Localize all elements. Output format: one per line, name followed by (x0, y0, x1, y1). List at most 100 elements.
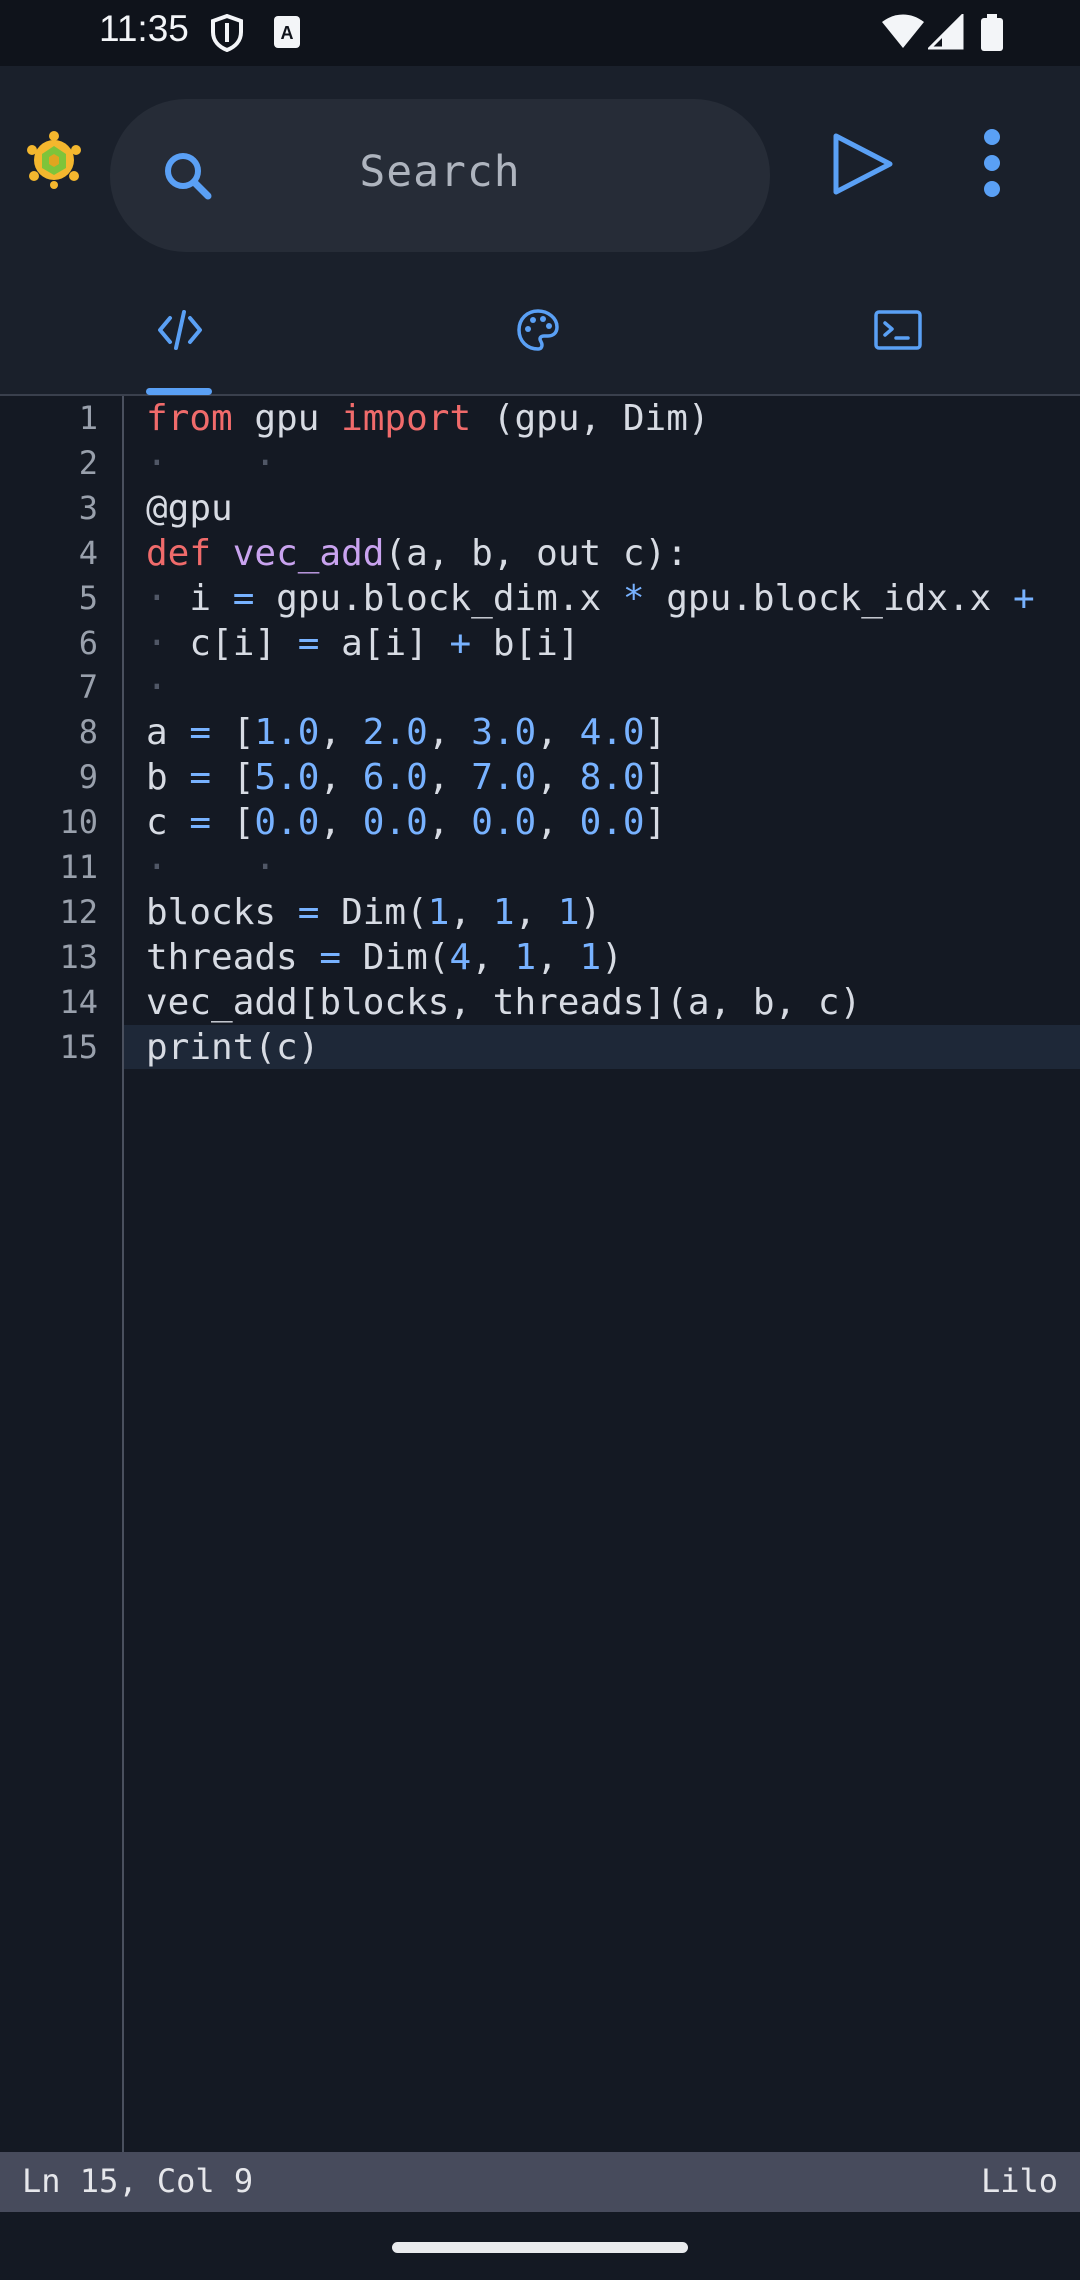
code-editor[interactable]: 1 2 3 4 5 6 7 8 9 10 11 12 13 14 15 from gpu import (g… (0, 396, 1080, 2152)
code-token: , (449, 891, 493, 933)
system-status-bar: 11:35 A (0, 0, 1080, 66)
line-number: 1 (78, 399, 98, 437)
code-token: @gpu (146, 487, 233, 529)
shield-icon (211, 14, 243, 52)
svg-text:A: A (281, 23, 294, 43)
code-token: , (319, 802, 363, 844)
line-number: 15 (59, 1027, 98, 1066)
code-line[interactable]: · (146, 665, 168, 710)
code-token: 1 (427, 891, 450, 933)
app-toolbar: Search (0, 66, 1080, 274)
home-gesture-handle[interactable] (392, 2242, 688, 2253)
code-line[interactable]: @gpu (146, 486, 233, 531)
code-token: a[i] (319, 622, 450, 664)
code-token: def (146, 532, 212, 574)
line-number: 14 (59, 982, 98, 1021)
line-number: 10 (59, 803, 98, 842)
line-number: 11 (59, 848, 98, 886)
code-token: [ (211, 757, 255, 799)
code-line[interactable]: b = [5.0, 6.0, 7.0, 8.0] (146, 755, 666, 800)
run-button[interactable] (826, 128, 898, 200)
code-token: 3.0 (471, 712, 537, 754)
code-token: ] (644, 802, 667, 844)
code-token: + (1013, 577, 1035, 619)
code-token: 0.0 (254, 802, 320, 844)
code-token: · · (146, 442, 277, 484)
line-number: 12 (59, 892, 98, 931)
code-line[interactable]: def vec_add(a, b, out c): (146, 531, 688, 576)
code-line[interactable]: a = [1.0, 2.0, 3.0, 4.0] (146, 710, 666, 755)
code-token: 7.0 (471, 757, 537, 799)
code-token: [ (211, 712, 255, 754)
keyboard-a-icon: A (274, 16, 300, 48)
code-token: 5.0 (254, 757, 320, 799)
turtle-logo-icon[interactable] (24, 130, 84, 190)
tab-terminal[interactable] (720, 274, 1080, 394)
line-number: 5 (78, 578, 98, 617)
code-token: · (146, 622, 168, 664)
code-line[interactable]: threads = Dim(4, 1, 1) (146, 935, 623, 980)
search-placeholder: Search (359, 147, 521, 197)
signal-icon (928, 14, 964, 50)
code-token: gpu.block_dim.x (254, 577, 623, 619)
line-number: 6 (78, 623, 98, 662)
code-token: = (189, 757, 212, 799)
code-line[interactable]: print(c) (146, 1025, 319, 1070)
code-line[interactable]: · i = gpu.block_dim.x * gpu.block_idx.x … (146, 576, 1035, 621)
code-token: , (514, 891, 558, 933)
line-number: 8 (78, 713, 98, 752)
code-token: from (146, 398, 233, 439)
code-token: , (427, 757, 472, 799)
code-token: 4.0 (579, 712, 645, 754)
code-line[interactable]: · · (146, 441, 276, 486)
tab-code[interactable] (0, 274, 360, 395)
language-label[interactable]: Lilo (981, 2162, 1058, 2200)
code-line[interactable]: c = [0.0, 0.0, 0.0, 0.0] (146, 800, 666, 845)
code-token: i (167, 577, 233, 619)
code-token: = (232, 577, 255, 619)
line-number: 7 (78, 668, 98, 707)
code-token: 1 (492, 891, 515, 933)
code-token: Dim( (341, 936, 450, 978)
code-token: b[i] (471, 622, 580, 664)
code-token: 4 (449, 936, 472, 978)
code-token: 1 (557, 891, 580, 933)
editor-status-line: Ln 15, Col 9 Lilo (0, 2152, 1080, 2212)
code-token: 0.0 (579, 802, 645, 844)
code-token: = (189, 712, 212, 754)
code-line[interactable]: · c[i] = a[i] + b[i] (146, 621, 580, 666)
code-line[interactable]: from gpu import (gpu, Dim) (146, 396, 710, 441)
code-token: gpu (232, 398, 342, 439)
status-time: 11:35 (99, 8, 189, 49)
code-line[interactable]: · · (146, 845, 276, 890)
more-options-button[interactable] (968, 127, 1016, 199)
tab-palette[interactable] (360, 274, 720, 394)
code-token: c (146, 802, 190, 844)
search-field[interactable]: Search (110, 99, 770, 252)
code-token: = (319, 936, 342, 978)
code-token: · (146, 667, 168, 709)
code-line[interactable]: blocks = Dim(1, 1, 1) (146, 890, 601, 935)
code-token: , (427, 802, 472, 844)
code-token: 1.0 (254, 712, 320, 754)
code-line[interactable]: vec_add[blocks, threads](a, b, c) (146, 980, 861, 1025)
line-number-gutter: 1 2 3 4 5 6 7 8 9 10 11 12 13 14 15 (0, 396, 124, 2152)
code-token: (gpu, Dim) (471, 398, 710, 439)
code-token: · · (146, 847, 277, 888)
line-number: 9 (78, 758, 98, 797)
code-token: 1 (579, 936, 602, 978)
line-number: 2 (78, 443, 98, 482)
code-token: vec_add (232, 532, 385, 574)
battery-icon (981, 14, 1003, 51)
code-token: , (427, 712, 472, 754)
code-token: 6.0 (362, 757, 428, 799)
code-token: b (146, 757, 190, 799)
code-token: gpu.block_idx.x (644, 577, 1014, 619)
system-navigation-bar (0, 2212, 1080, 2280)
code-token: = (297, 622, 320, 664)
line-number: 3 (78, 488, 98, 527)
code-token: ) (579, 891, 602, 933)
line-number: 4 (78, 533, 98, 572)
editor-tabs (0, 274, 1080, 396)
